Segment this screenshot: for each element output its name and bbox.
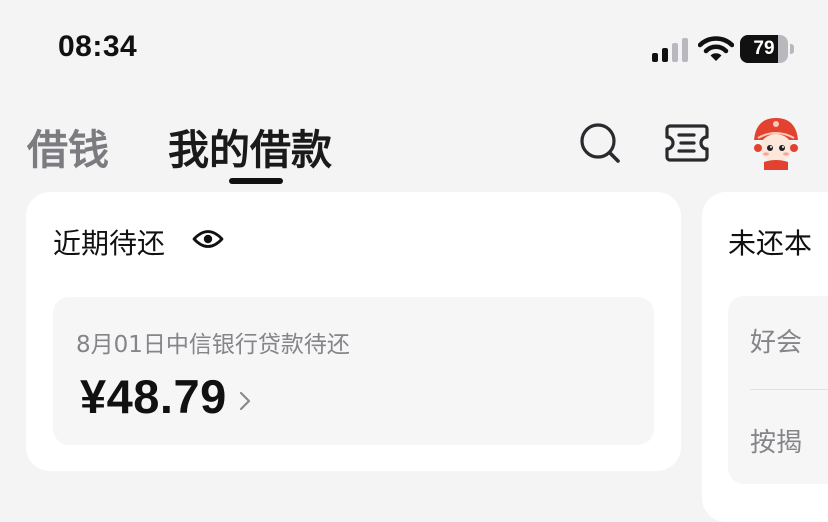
coupon-icon[interactable] xyxy=(664,120,710,166)
due-description: 8月01日中信银行贷款待还 xyxy=(76,332,350,358)
battery-icon: 79 xyxy=(740,35,794,63)
due-amount: ¥48.79 xyxy=(80,370,227,423)
status-bar: 08:34 79 xyxy=(0,0,828,100)
battery-body: 79 xyxy=(740,35,788,63)
wifi-icon xyxy=(698,36,734,61)
due-item[interactable]: 8月01日中信银行贷款待还 ¥48.79 xyxy=(53,297,654,445)
top-nav: 借钱 我的借款 xyxy=(0,100,828,190)
chevron-right-icon xyxy=(239,391,251,411)
battery-cap xyxy=(790,44,794,54)
divider xyxy=(750,389,828,390)
search-icon[interactable] xyxy=(577,120,623,166)
recent-due-title: 近期待还 xyxy=(53,227,166,260)
unpaid-row-label: 好会 xyxy=(750,328,803,358)
tab-borrow[interactable]: 借钱 xyxy=(27,116,109,176)
unpaid-principal-title: 未还本 xyxy=(728,227,813,260)
battery-level: 79 xyxy=(753,38,775,59)
unpaid-principal-box: 好会 按揭 xyxy=(728,296,828,484)
status-time: 08:34 xyxy=(58,30,138,63)
avatar[interactable] xyxy=(748,114,804,170)
unpaid-row-label: 按揭 xyxy=(750,428,803,458)
active-tab-indicator xyxy=(229,178,283,184)
recent-due-card: 近期待还 8月01日中信银行贷款待还 ¥48.79 xyxy=(26,192,681,471)
cellular-signal-icon xyxy=(652,38,688,62)
tab-my-loans[interactable]: 我的借款 xyxy=(168,116,332,176)
unpaid-principal-card[interactable]: 未还本 好会 按揭 xyxy=(702,192,828,522)
eye-icon[interactable] xyxy=(192,228,224,250)
